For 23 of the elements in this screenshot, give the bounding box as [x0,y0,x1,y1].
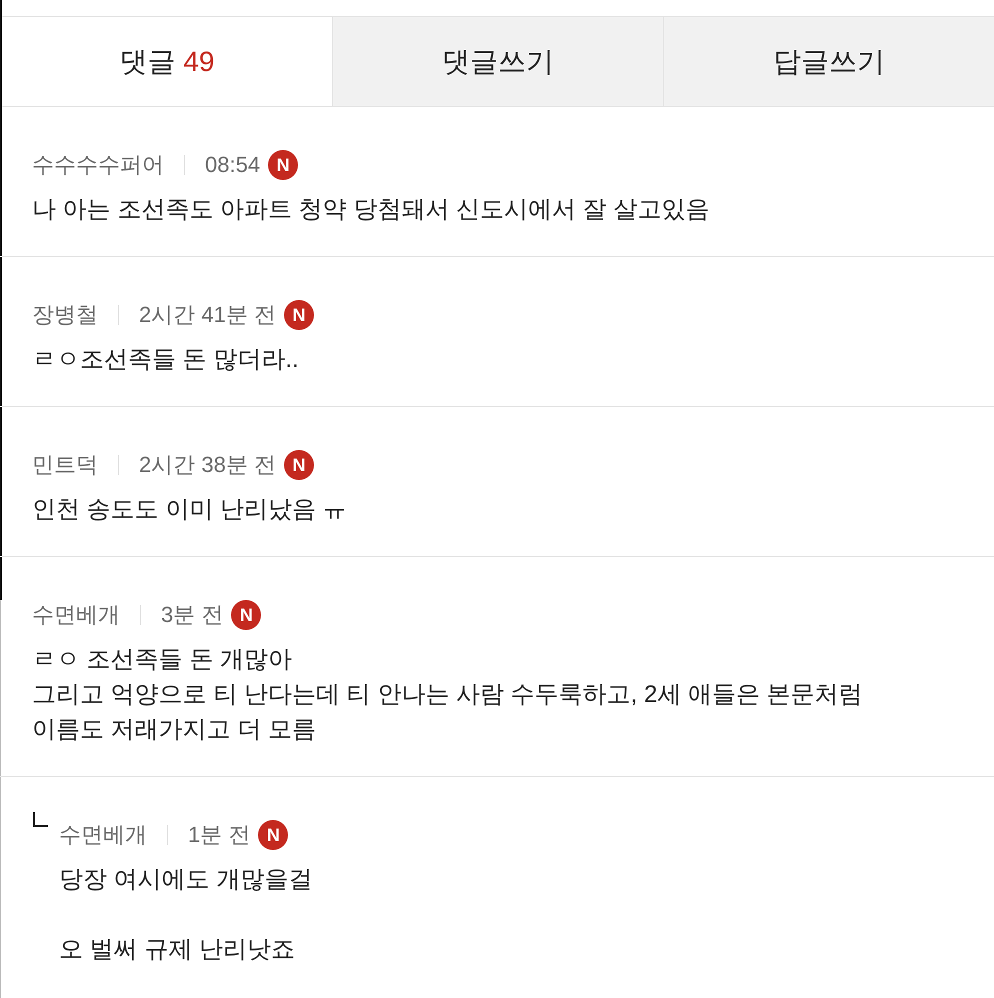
reply-corner-icon [33,812,48,827]
comment-time: 3분 전 [161,601,224,629]
comment-author: 장병철 [32,301,98,329]
comment-text: ㄹㅇ 조선족들 돈 개많아 그리고 억양으로 티 난다는데 티 안나는 사람 수두룩하고, 2세 애들은 본문처럼 이름도 저래가지고 더 모름 [32,645,863,745]
comment-time: 2시간 41분 전 [139,301,276,329]
new-badge: N [231,600,262,630]
comment-text: ㄹㅇ조선족들 돈 많더라.. [32,345,300,375]
comment-time: 1분 전 [188,821,250,849]
new-badge: N [268,150,298,180]
comment-author: 수면베개 [32,601,120,629]
comment-text: 인천 송도도 이미 난리났음 ㅠ [32,495,347,525]
new-badge: N [284,300,314,330]
comment-text: 당장 여시에도 개많을걸 오 벌써 규제 난리낫죠 [59,865,312,965]
comment-author: 수면베개 [59,821,147,849]
tab[interactable]: 답글쓰기 [663,17,994,106]
comment-author: 민트덕 [32,451,98,479]
comment-time: 08:54 [205,152,260,178]
comment-author: 수수수수퍼어 [32,151,164,179]
comment-time: 2시간 38분 전 [139,451,276,479]
new-badge: N [284,450,314,480]
comment-text: 나 아는 조선족도 아파트 청약 당첨돼서 신도시에서 잘 살고있음 [32,195,710,225]
new-badge: N [258,820,288,850]
tab[interactable]: 댓글쓰기 [332,17,663,106]
